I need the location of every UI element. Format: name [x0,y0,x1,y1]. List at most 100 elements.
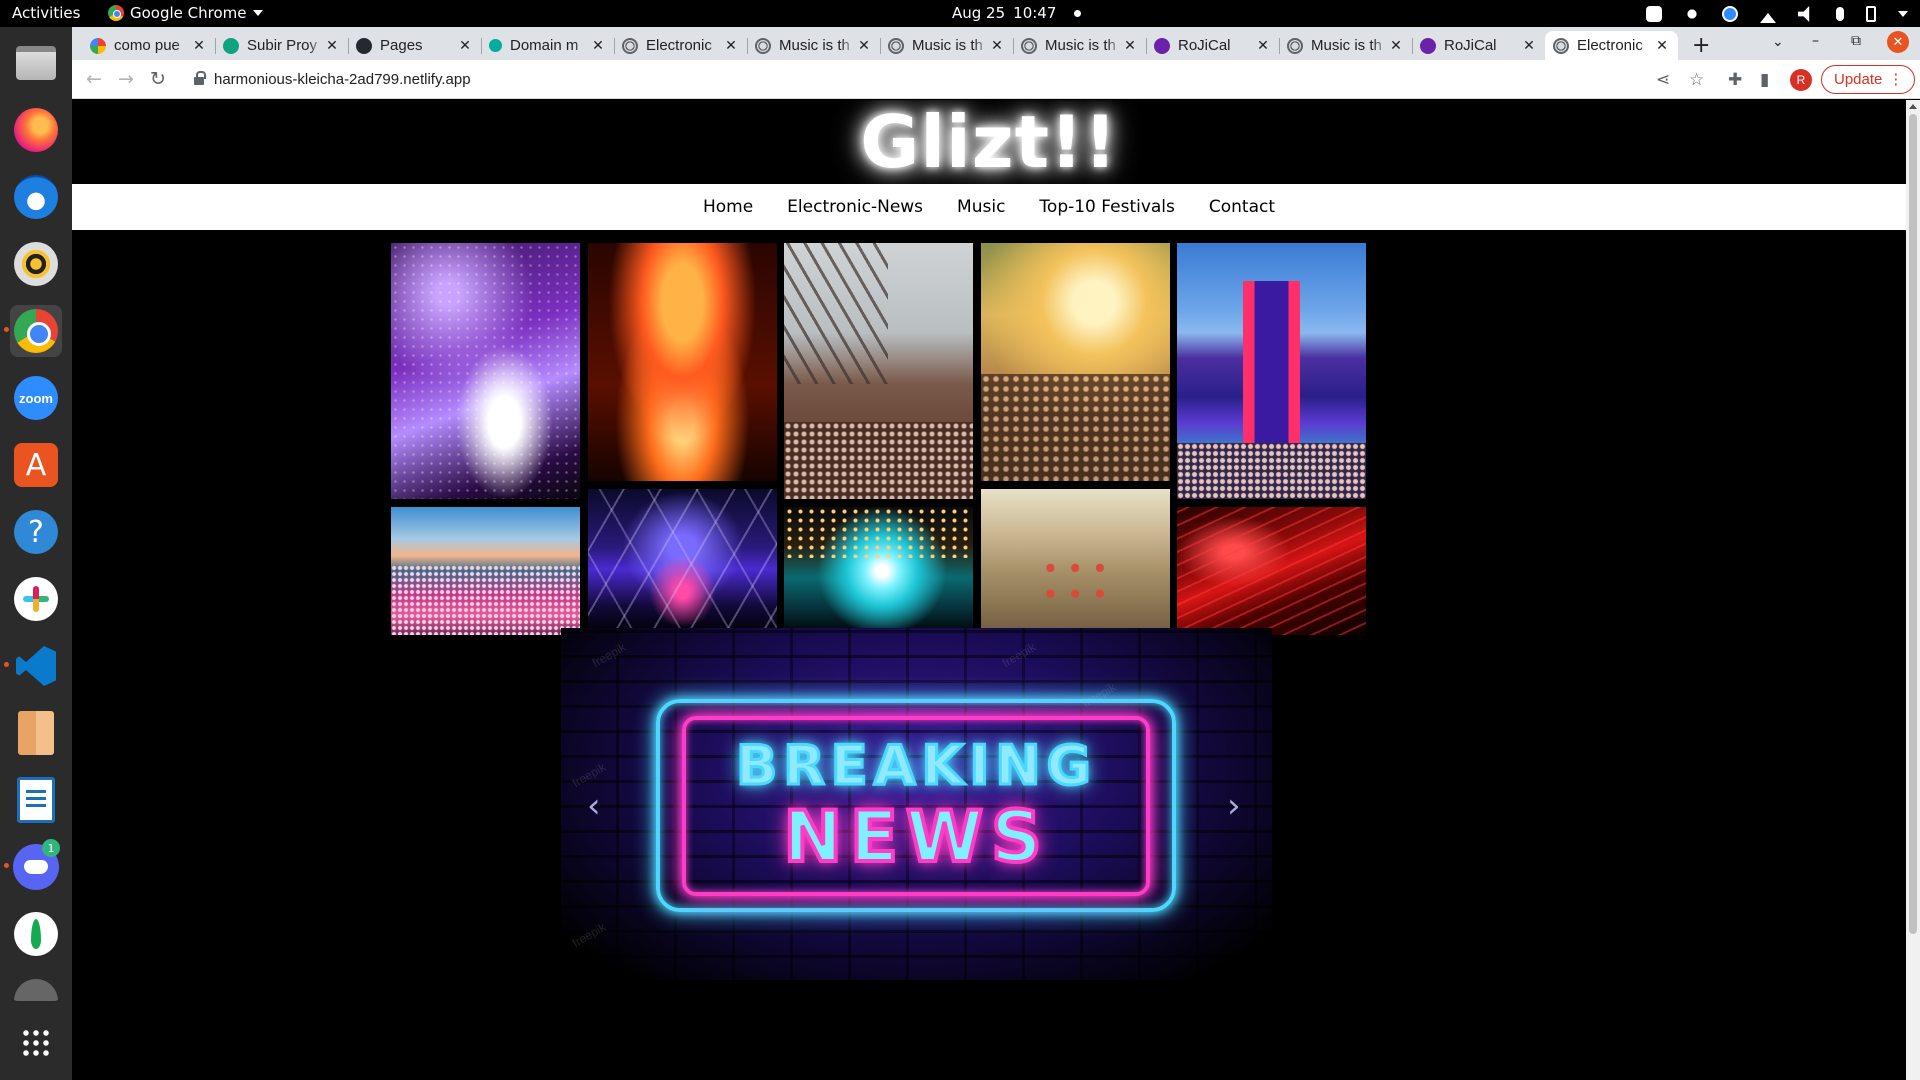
dock-chrome[interactable] [4,305,62,357]
microphone-icon[interactable] [1836,7,1844,21]
share-icon[interactable]: ⋖ [1656,70,1670,90]
tab-close-icon[interactable]: ✕ [191,37,207,54]
restore-window-icon[interactable]: ⧉ [1851,33,1861,49]
dock-thunderbird[interactable] [10,171,62,223]
battery-icon[interactable] [1866,6,1876,22]
zoom-tray-icon[interactable] [1722,6,1738,22]
clock[interactable]: Aug 25 10:47 [952,4,1082,22]
running-indicator-icon [4,662,9,667]
site-logo[interactable]: Glizt!! [860,100,1117,184]
extensions-puzzle-icon[interactable]: ✚ [1728,70,1742,90]
fireworks-stage-photo [588,243,777,481]
tab-close-icon[interactable]: ✕ [1654,37,1670,54]
tab-close-icon[interactable]: ✕ [723,37,739,54]
activities-button[interactable]: Activities [12,4,80,22]
app-menu[interactable]: Google Chrome [108,4,263,22]
back-arrow-icon[interactable]: ← [86,68,102,90]
show-applications-button[interactable] [10,1017,62,1069]
page-scrollbar[interactable] [1906,100,1920,1080]
tab-close-icon[interactable]: ✕ [1122,37,1138,54]
archive-icon [18,711,54,755]
nav-music[interactable]: Music [957,197,1005,217]
browser-tab[interactable]: Music is th ✕ [1013,31,1146,60]
tab-close-icon[interactable]: ✕ [856,37,872,54]
browser-tab[interactable]: como pue ✕ [82,31,215,60]
minimize-window-icon[interactable]: – [1812,33,1819,49]
dock-vscode[interactable] [4,640,62,692]
software-store-icon: A [14,443,58,487]
firefox-icon [14,108,58,152]
tab-close-icon[interactable]: ✕ [1521,37,1537,54]
tab-close-icon[interactable]: ✕ [457,37,473,54]
address-bar[interactable]: harmonious-kleicha-2ad799.netlify.app [182,64,1642,94]
discord-tray-icon[interactable] [1646,6,1662,22]
nav-home[interactable]: Home [703,197,753,217]
carousel-headline-line1: BREAKING [735,733,1097,799]
dock-firefox[interactable] [10,104,62,156]
browser-tab[interactable]: Subir Proy ✕ [215,31,348,60]
app-menu-label: Google Chrome [130,4,247,22]
news-carousel: freepik freepik freepik freepik freepik … [561,628,1272,980]
dock-zoom[interactable]: zoom [10,372,62,424]
carousel-prev-button[interactable]: ‹ [587,786,601,826]
dock-slack[interactable] [10,573,62,625]
dock-discord[interactable]: 1 [4,839,62,893]
clock-date: Aug 25 [952,4,1006,22]
close-window-icon[interactable]: ✕ [1887,31,1909,53]
page-viewport[interactable]: Glizt!! Home Electronic-News Music Top-1… [72,100,1906,1080]
volume-icon[interactable] [1798,6,1810,22]
browser-tab[interactable]: Electronic ✕ [1545,31,1678,60]
dock-archive[interactable] [10,707,62,759]
dock-rhythmbox[interactable] [10,238,62,290]
browser-tab[interactable]: RoJiCal ✕ [1412,31,1545,60]
rojical-favicon-icon [1420,37,1436,54]
tab-close-icon[interactable]: ✕ [989,37,1005,54]
nav-contact[interactable]: Contact [1209,197,1275,217]
thunderbird-icon [14,175,58,219]
new-tab-button[interactable]: + [1692,33,1710,58]
tab-title: Pages [380,37,423,54]
browser-tab[interactable]: Pages ✕ [348,31,481,60]
bookmark-star-icon[interactable]: ☆ [1689,70,1704,90]
system-tray[interactable] [1646,5,1908,23]
nav-electronic-news[interactable]: Electronic-News [787,197,923,217]
mainstage-photo [1177,243,1366,499]
scroll-up-icon[interactable] [1909,104,1917,109]
browser-tab[interactable]: Domain m ✕ [481,31,614,60]
kebab-menu-icon[interactable]: ⋮ [1888,70,1903,88]
browser-tab[interactable]: Music is th ✕ [880,31,1013,60]
forward-arrow-icon[interactable]: → [118,68,134,90]
dock-writer[interactable] [10,774,62,826]
dock-mongodb[interactable] [10,908,62,960]
system-menu-chevron-icon[interactable] [1898,11,1908,17]
reload-icon[interactable]: ↻ [150,68,166,90]
lock-icon[interactable] [194,71,206,85]
browser-tab[interactable]: Music is th ✕ [1279,31,1412,60]
browser-tab[interactable]: Music is th ✕ [747,31,880,60]
tab-search-chevron-icon[interactable]: ⌄ [1772,34,1784,50]
zoom-icon: zoom [14,376,58,420]
chevron-down-icon [252,10,263,16]
tab-close-icon[interactable]: ✕ [1255,37,1271,54]
wifi-icon[interactable] [1760,5,1776,23]
tab-close-icon[interactable]: ✕ [590,37,606,54]
url-text[interactable]: harmonious-kleicha-2ad799.netlify.app [214,71,471,88]
dock-files[interactable] [10,37,62,89]
dock-help[interactable]: ? [10,506,62,558]
browser-tab[interactable]: Electronic ✕ [614,31,747,60]
cyan-light-crowd-photo [784,507,973,635]
profile-avatar[interactable]: R [1790,69,1812,91]
side-panel-icon[interactable]: ▮ [1760,70,1769,90]
slack-tray-icon[interactable] [1684,6,1700,22]
carousel-next-button[interactable]: › [1227,786,1241,826]
tab-close-icon[interactable]: ✕ [324,37,340,54]
update-button[interactable]: Update ⋮ [1821,65,1916,94]
nav-top-10-festivals[interactable]: Top-10 Festivals [1039,197,1174,217]
tab-close-icon[interactable]: ✕ [1388,37,1404,54]
confetti-crowd-photo [391,243,580,499]
browser-tab[interactable]: RoJiCal ✕ [1146,31,1279,60]
scrollbar-thumb[interactable] [1909,114,1917,934]
chatgpt-favicon-icon [223,37,239,54]
dock-partial-item[interactable] [10,975,62,1001]
dock-software[interactable]: A [10,439,62,491]
